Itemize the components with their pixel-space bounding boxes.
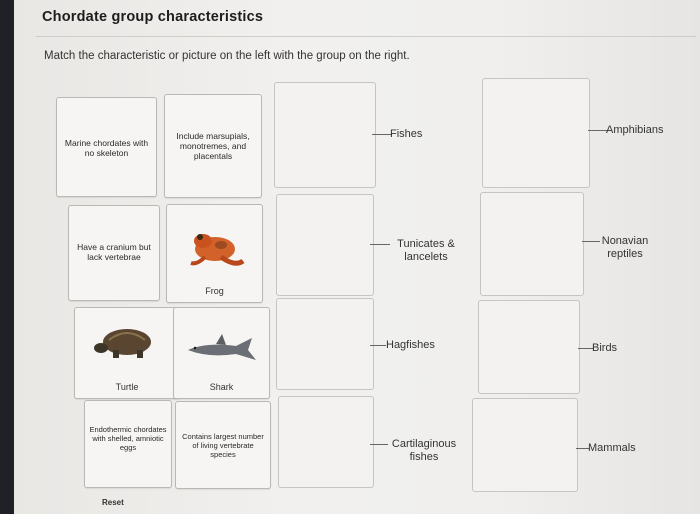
group-label-mammals: Mammals	[588, 442, 636, 454]
card-frog[interactable]: Frog	[166, 204, 263, 303]
card-label: Marine chordates with no skeleton	[64, 138, 149, 158]
drop-target-hagfishes[interactable]	[276, 298, 374, 390]
connector-line	[370, 345, 386, 346]
drop-target-mammals[interactable]	[472, 398, 578, 492]
card-marsupials[interactable]: Include marsupials, monotremes, and plac…	[164, 94, 262, 198]
group-label-cartilaginous: Cartilaginous fishes	[391, 438, 457, 463]
card-marine-chordates[interactable]: Marine chordates with no skeleton	[56, 97, 157, 197]
reset-button[interactable]: Reset	[102, 498, 124, 507]
connector-line	[370, 244, 390, 245]
card-label: Contains largest number of living verteb…	[182, 432, 264, 459]
connector-line	[588, 130, 608, 131]
frog-image	[190, 234, 245, 266]
drop-target-nonavian-reptiles[interactable]	[480, 192, 584, 296]
drop-target-tunicates[interactable]	[276, 194, 374, 296]
card-label: Have a cranium but lack vertebrae	[77, 242, 151, 262]
shark-image	[188, 334, 256, 360]
group-label-fishes: Fishes	[390, 128, 423, 140]
group-label-hagfishes: Hagfishes	[386, 339, 435, 351]
card-caption: Shark	[209, 382, 234, 392]
group-label-amphibians: Amphibians	[606, 124, 664, 136]
group-label-tunicates: Tunicates & lancelets	[397, 238, 455, 263]
card-label: Endothermic chordates with shelled, amni…	[89, 425, 167, 452]
divider	[36, 36, 696, 37]
card-cranium-no-vertebrae[interactable]: Have a cranium but lack vertebrae	[68, 205, 160, 301]
drop-target-cartilaginous[interactable]	[278, 396, 374, 488]
card-label: Include marsupials, monotremes, and plac…	[176, 131, 250, 161]
instructions-text: Match the characteristic or picture on t…	[44, 50, 410, 62]
card-endothermic[interactable]: Endothermic chordates with shelled, amni…	[84, 400, 172, 488]
activity-screen: Chordate group characteristics Match the…	[14, 0, 700, 514]
screen-bezel	[0, 0, 14, 514]
turtle-image	[94, 329, 151, 358]
page-title: Chordate group characteristics	[42, 9, 264, 25]
drop-target-amphibians[interactable]	[482, 78, 590, 188]
card-largest-species[interactable]: Contains largest number of living verteb…	[175, 401, 271, 489]
card-caption: Frog	[205, 286, 224, 296]
drop-target-birds[interactable]	[478, 300, 580, 394]
card-caption: Turtle	[115, 382, 139, 392]
drop-target-fishes[interactable]	[274, 82, 376, 188]
group-label-birds: Birds	[592, 342, 618, 354]
card-turtle[interactable]: Turtle	[74, 307, 180, 399]
card-shark[interactable]: Shark	[173, 307, 270, 399]
group-label-nonavian-reptiles: Nonavian reptiles	[601, 235, 649, 260]
connector-line	[372, 134, 392, 135]
